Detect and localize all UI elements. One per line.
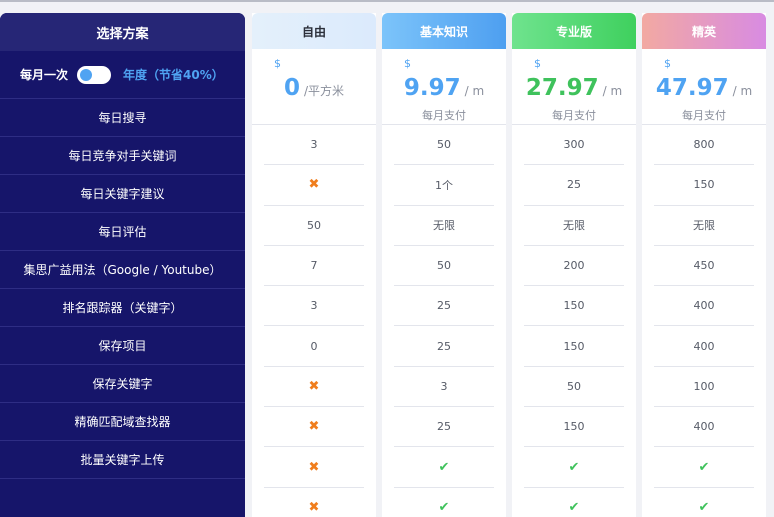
plan-value: 200 bbox=[524, 246, 624, 287]
plan-elite: 精英 $ 47.97/ m 每月支付 800 150 无限 450 400 40… bbox=[642, 13, 766, 517]
sidebar-title: 选择方案 bbox=[0, 13, 245, 51]
billing-note: 每月支付 bbox=[552, 109, 596, 122]
cross-icon: ✖ bbox=[264, 407, 364, 448]
price-unit: / m bbox=[602, 84, 623, 98]
feature-row: 每日关键字建议 bbox=[0, 175, 245, 213]
price-unit: / m bbox=[464, 84, 485, 98]
plan-value: 7 bbox=[264, 246, 364, 287]
feature-row: 每日竞争对手关键词 bbox=[0, 137, 245, 175]
plan-value: 50 bbox=[394, 246, 494, 287]
cross-icon: ✖ bbox=[264, 447, 364, 488]
plan-value: 400 bbox=[654, 286, 754, 327]
plan-value: 100 bbox=[654, 367, 754, 408]
cross-icon: ✖ bbox=[264, 165, 364, 206]
plan-value: 150 bbox=[654, 165, 754, 206]
feature-row: 集思广益用法（Google / Youtube） bbox=[0, 251, 245, 289]
feature-row: 排名跟踪器（关键字） bbox=[0, 289, 245, 327]
plan-value: 150 bbox=[524, 326, 624, 367]
plan-value: 3 bbox=[394, 367, 494, 408]
price-unit: / m bbox=[732, 84, 753, 98]
plan-value: 150 bbox=[524, 407, 624, 448]
plan-value: 400 bbox=[654, 407, 754, 448]
plan-free: 自由 $ 0/平方米 3 ✖ 50 7 3 0 ✖ ✖ ✖ ✖ bbox=[252, 13, 376, 517]
plan-value: 0 bbox=[264, 326, 364, 367]
plan-value: 50 bbox=[264, 206, 364, 246]
yearly-label[interactable]: 年度（节省40%） bbox=[123, 66, 224, 83]
price-amount: 0 bbox=[283, 75, 300, 101]
plan-value: 50 bbox=[394, 125, 494, 166]
plan-pro: 专业版 $ 27.97/ m 每月支付 300 25 无限 200 150 15… bbox=[512, 13, 636, 517]
plan-value: 1个 bbox=[394, 165, 494, 206]
plan-value: 3 bbox=[264, 286, 364, 327]
billing-toggle-switch[interactable] bbox=[77, 65, 112, 84]
top-divider bbox=[0, 0, 774, 2]
check-icon: ✔ bbox=[654, 447, 754, 488]
plan-value: 25 bbox=[394, 326, 494, 367]
plan-value: 无限 bbox=[394, 206, 494, 246]
plan-value: 无限 bbox=[524, 206, 624, 246]
cross-icon: ✖ bbox=[264, 367, 364, 408]
plan-pro-price: $ 27.97/ m 每月支付 bbox=[512, 49, 636, 125]
plan-value: 无限 bbox=[654, 206, 754, 246]
price-unit: /平方米 bbox=[303, 84, 345, 98]
feature-row: 精确匹配域查找器 bbox=[0, 403, 245, 441]
plan-value: 450 bbox=[654, 246, 754, 287]
price-amount: 47.97 bbox=[655, 75, 729, 101]
pricing-table: 选择方案 每月一次 年度（节省40%） 每日搜寻 每日竞争对手关键词 每日关键字… bbox=[0, 0, 774, 517]
billing-note: 每月支付 bbox=[422, 109, 466, 122]
plan-value: 400 bbox=[654, 326, 754, 367]
plan-elite-price: $ 47.97/ m 每月支付 bbox=[642, 49, 766, 125]
check-icon: ✔ bbox=[568, 500, 580, 516]
cross-icon: ✖ bbox=[308, 500, 320, 516]
plan-value: 25 bbox=[394, 407, 494, 448]
plan-elite-header[interactable]: 精英 bbox=[642, 13, 766, 49]
monthly-label[interactable]: 每月一次 bbox=[20, 66, 68, 83]
currency-symbol: $ bbox=[274, 57, 281, 70]
plan-basic-price: $ 9.97/ m 每月支付 bbox=[382, 49, 506, 125]
plan-value: 25 bbox=[394, 286, 494, 327]
feature-row: 批量关键字上传 bbox=[0, 441, 245, 479]
price-amount: 27.97 bbox=[525, 75, 599, 101]
plan-value: 300 bbox=[524, 125, 624, 166]
billing-note: 每月支付 bbox=[682, 109, 726, 122]
plan-free-price: $ 0/平方米 bbox=[252, 49, 376, 125]
plan-value: 800 bbox=[654, 125, 754, 166]
feature-row: 保存项目 bbox=[0, 327, 245, 365]
plan-free-header[interactable]: 自由 bbox=[252, 13, 376, 49]
feature-row: 每日评估 bbox=[0, 213, 245, 251]
check-icon: ✔ bbox=[394, 447, 494, 488]
check-icon: ✔ bbox=[438, 500, 450, 516]
check-icon: ✔ bbox=[698, 500, 710, 516]
currency-symbol: $ bbox=[404, 57, 411, 70]
plan-value: 150 bbox=[524, 286, 624, 327]
feature-row: 保存关键字 bbox=[0, 365, 245, 403]
plan-basic-header[interactable]: 基本知识 bbox=[382, 13, 506, 49]
plan-value: 25 bbox=[524, 165, 624, 206]
price-amount: 9.97 bbox=[403, 75, 461, 101]
plan-pro-header[interactable]: 专业版 bbox=[512, 13, 636, 49]
currency-symbol: $ bbox=[534, 57, 541, 70]
billing-toggle-row: 每月一次 年度（节省40%） bbox=[0, 51, 245, 99]
feature-sidebar: 选择方案 每月一次 年度（节省40%） 每日搜寻 每日竞争对手关键词 每日关键字… bbox=[0, 13, 245, 517]
feature-row: 每日搜寻 bbox=[0, 99, 245, 137]
toggle-knob bbox=[80, 68, 93, 81]
plan-value: 50 bbox=[524, 367, 624, 408]
plan-value: 3 bbox=[264, 125, 364, 166]
currency-symbol: $ bbox=[664, 57, 671, 70]
check-icon: ✔ bbox=[524, 447, 624, 488]
plan-basic: 基本知识 $ 9.97/ m 每月支付 50 1个 无限 50 25 25 3 … bbox=[382, 13, 506, 517]
